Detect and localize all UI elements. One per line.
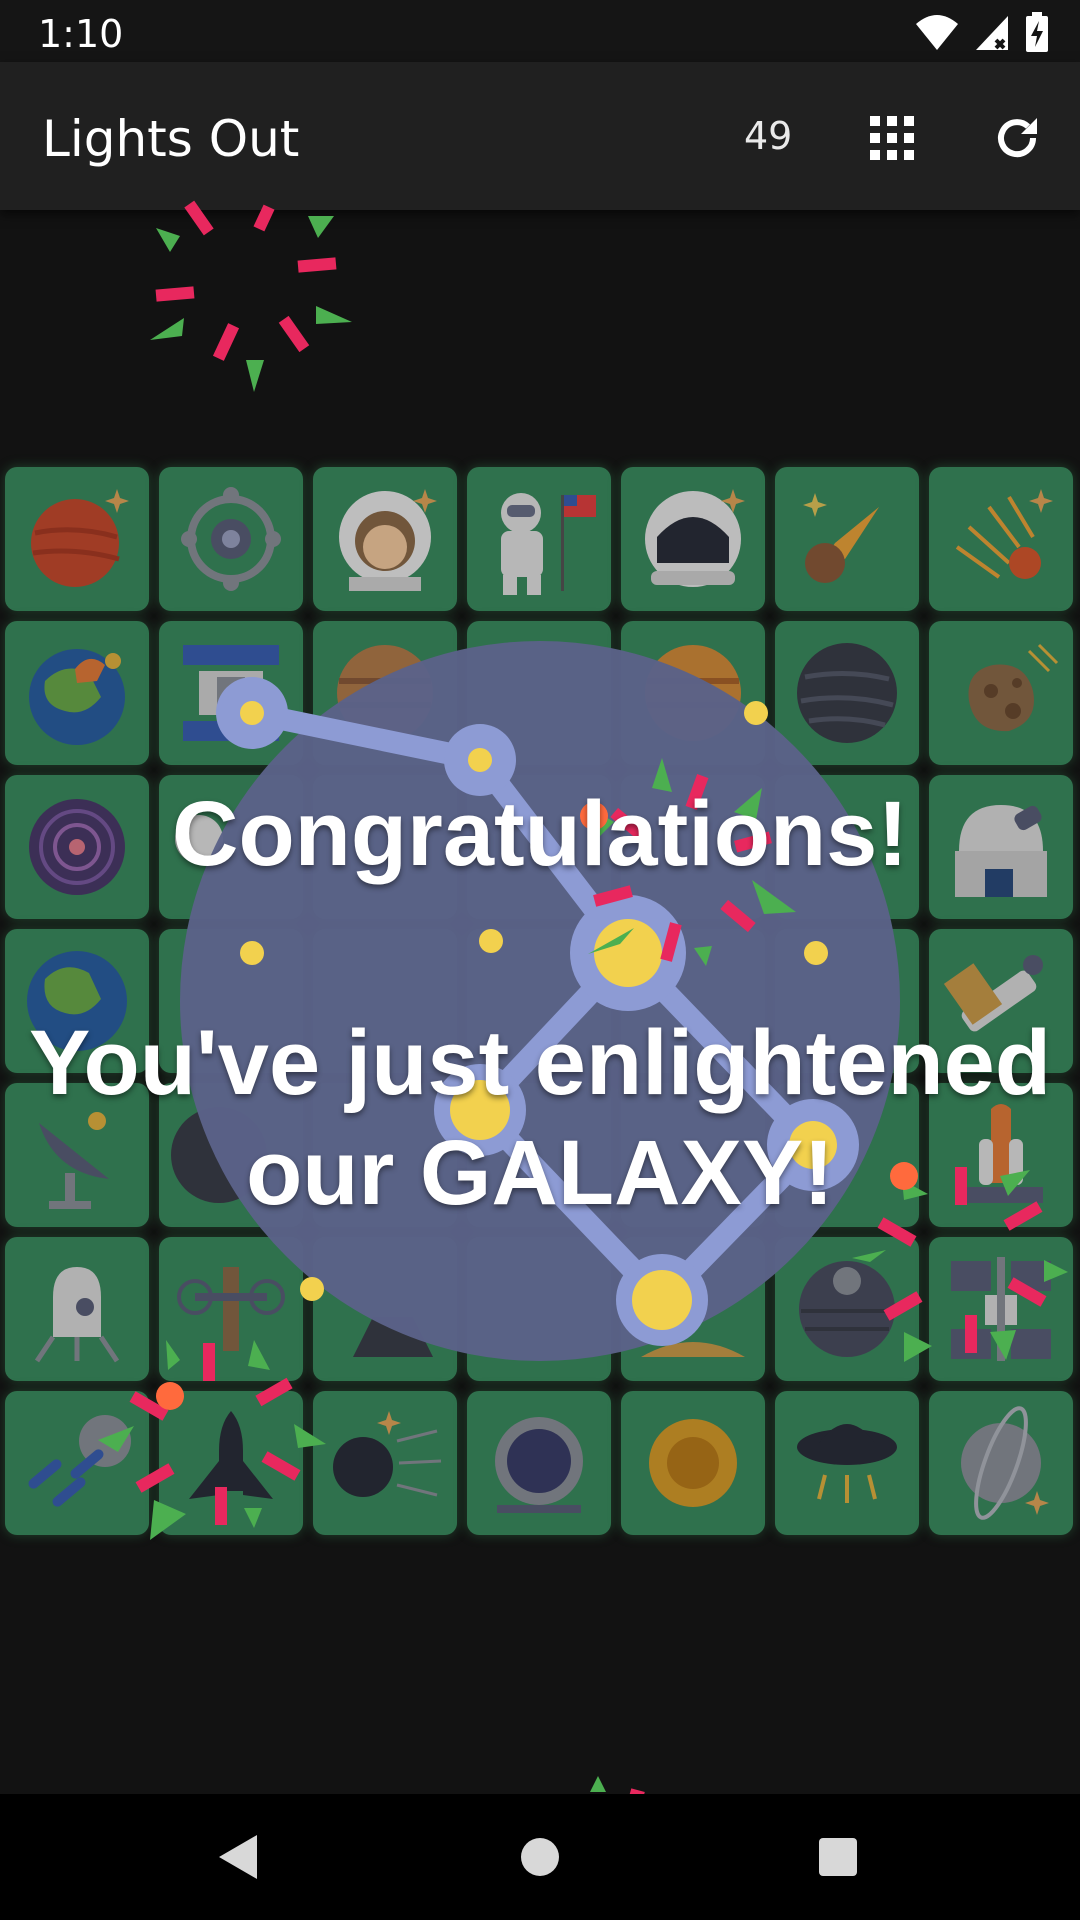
congrats-line-3: our GALAXY! bbox=[246, 1122, 834, 1224]
recents-button[interactable] bbox=[803, 1822, 873, 1892]
home-icon bbox=[521, 1838, 559, 1876]
congrats-title: Congratulations! bbox=[172, 783, 908, 885]
back-button[interactable] bbox=[204, 1822, 274, 1892]
congrats-message: You've just enlightened our GALAXY! bbox=[0, 1008, 1080, 1228]
home-button[interactable] bbox=[505, 1822, 575, 1892]
back-icon bbox=[219, 1835, 257, 1879]
system-nav-bar bbox=[0, 1794, 1080, 1920]
congrats-line-2: You've just enlightened bbox=[28, 1012, 1052, 1114]
recents-icon bbox=[819, 1838, 857, 1876]
galaxy-circle bbox=[180, 641, 900, 1361]
galaxy-overlay bbox=[98, 200, 1068, 1800]
